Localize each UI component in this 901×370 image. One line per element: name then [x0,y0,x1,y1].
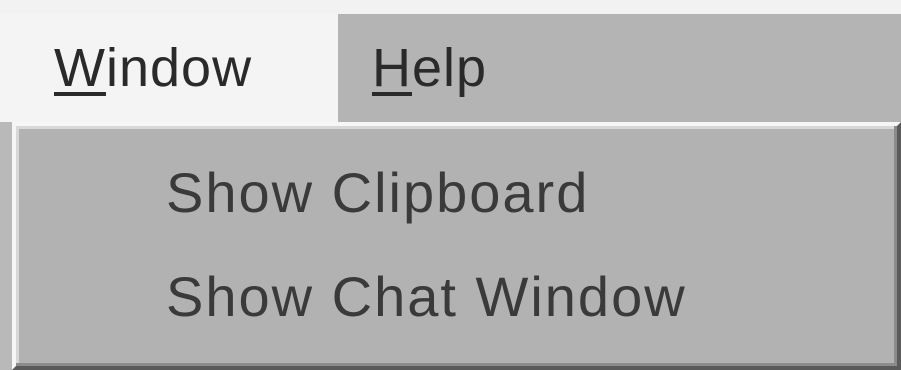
menu-window-label: indow [105,38,253,98]
menu-item-show-chat-window[interactable]: Show Chat Window [166,264,687,329]
window-menu-dropdown: Show Clipboard Show Chat Window [12,122,901,370]
menu-window-mnemonic: W [54,38,106,98]
menu-help-mnemonic: H [372,38,412,98]
menu-help-label: elp [412,38,488,98]
screen: Window Help Show Clipboard Show Chat Win… [0,0,901,370]
menu-item-show-clipboard[interactable]: Show Clipboard [166,160,589,225]
top-strip [0,0,901,14]
menu-help[interactable]: Help [372,14,572,122]
menu-bar: Window Help [0,14,901,122]
menu-window[interactable]: Window [0,14,338,122]
